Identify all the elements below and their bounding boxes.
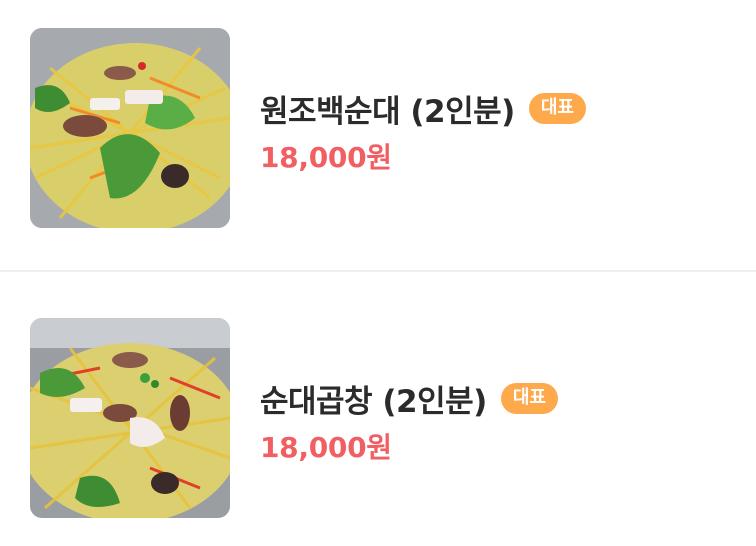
signature-badge: 대표 <box>500 382 558 414</box>
menu-item-price: 18,000원 <box>260 431 392 464</box>
menu-item-name: 순대곱창 (2인분) <box>260 383 487 420</box>
menu-item-photo <box>30 28 230 228</box>
menu-list: 원조백순대 (2인분) 대표 18,000원 순대곱창 (2인분) 대표 18,… <box>0 0 756 546</box>
signature-badge: 대표 <box>528 92 586 124</box>
menu-item-name: 원조백순대 (2인분) <box>260 93 515 130</box>
sundae-gopchang-dish-photo <box>30 318 230 518</box>
menu-item-info: 원조백순대 (2인분) 대표 18,000원 <box>260 86 586 176</box>
menu-item-name-row: 순대곱창 (2인분) 대표 <box>260 376 558 420</box>
menu-item-price: 18,000원 <box>260 141 392 174</box>
menu-item[interactable]: 원조백순대 (2인분) 대표 18,000원 <box>0 0 756 270</box>
menu-item-name-row: 원조백순대 (2인분) 대표 <box>260 86 586 130</box>
menu-item[interactable]: 순대곱창 (2인분) 대표 18,000원 <box>0 272 756 542</box>
menu-item-info: 순대곱창 (2인분) 대표 18,000원 <box>260 376 558 466</box>
sundae-dish-photo <box>30 28 230 228</box>
menu-item-photo <box>30 318 230 518</box>
